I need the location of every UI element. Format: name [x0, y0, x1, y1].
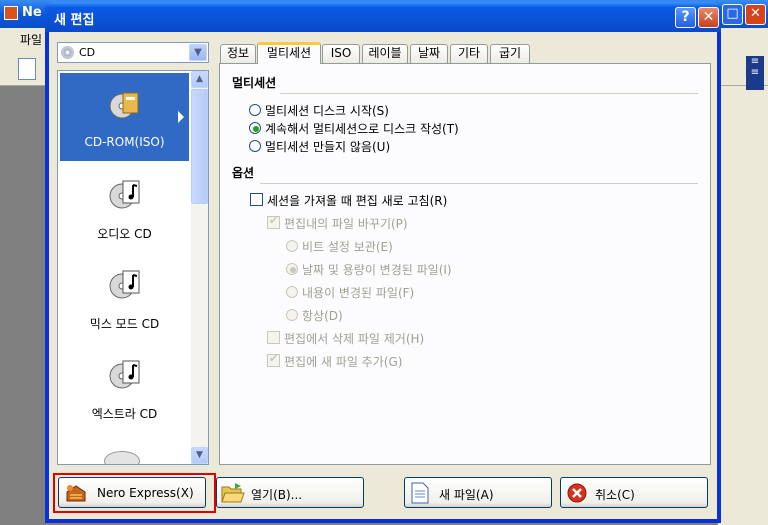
- checkbox-refresh-on-import[interactable]: [250, 193, 263, 206]
- chevron-down-icon[interactable]: ▼: [189, 44, 207, 61]
- option-label: 멀티세션 디스크 시작(S): [265, 104, 389, 118]
- list-scrollbar[interactable]: ▲ ▼: [191, 71, 208, 464]
- list-item-audio-cd[interactable]: 오디오 CD: [60, 163, 189, 251]
- multisession-panel: 멀티세션 멀티세션 디스크 시작(S) 계속해서 멀티세션으로 디스크 작성(T…: [219, 63, 711, 465]
- new-file-icon: [411, 482, 429, 504]
- radio-always: [286, 309, 298, 321]
- button-label: Nero Express(X): [97, 486, 194, 500]
- partial-disc-icon: [104, 451, 140, 464]
- list-item-label: 믹스 모드 CD: [89, 317, 160, 331]
- list-item-label: 오디오 CD: [97, 227, 152, 241]
- button-label: 열기(B)...: [251, 488, 303, 502]
- cdrom-iso-icon: [109, 92, 139, 119]
- option-label: 계속해서 멀티세션으로 디스크 작성(T): [265, 122, 459, 136]
- checkbox-remove-deleted: [267, 331, 280, 344]
- tab-burn[interactable]: 굽기: [490, 44, 530, 63]
- cd-icon: [61, 46, 74, 59]
- background-right-panel: ≡ ≡: [718, 56, 768, 525]
- list-item-label: CD-ROM(ISO): [84, 135, 165, 149]
- section-divider: [260, 183, 698, 184]
- list-item-extra-cd[interactable]: 엑스트라 CD: [60, 343, 189, 431]
- audio-cd-icon: [109, 180, 140, 209]
- nero-express-icon: [66, 485, 86, 502]
- extra-cd-icon: [109, 360, 140, 389]
- checkbox-replace-files: ✔: [267, 214, 280, 229]
- radio-no-multisession[interactable]: [249, 140, 261, 152]
- new-file-button[interactable]: 새 파일(A): [404, 477, 552, 508]
- scroll-up-button[interactable]: ▲: [191, 71, 208, 88]
- radio-date-size-changed: [286, 263, 298, 275]
- menu-file[interactable]: 파일: [20, 31, 42, 48]
- disc-type-select[interactable]: CD ▼: [57, 42, 209, 63]
- option-label: 편집내의 파일 바꾸기(P): [284, 217, 408, 231]
- background-close-button[interactable]: ✕: [745, 4, 766, 25]
- option-label: 날짜 및 용량이 변경된 파일(I): [302, 263, 452, 277]
- new-document-icon[interactable]: [18, 58, 36, 80]
- button-label: 새 파일(A): [439, 488, 494, 502]
- dialog-title: 새 편집: [54, 13, 95, 28]
- new-compilation-dialog: 새 편집 ? ✕ CD ▼ CD-ROM(ISO) 오디오 CD 믹스 모드 C…: [45, 2, 721, 523]
- background-app-title: Ne: [22, 5, 42, 20]
- option-label: 세션을 가져올 때 편집 새로 고침(R): [267, 194, 448, 208]
- tab-dates[interactable]: 날짜: [410, 44, 448, 63]
- list-item-cdrom-iso[interactable]: CD-ROM(ISO): [60, 73, 189, 161]
- option-label: 비트 설정 보관(E): [302, 240, 393, 254]
- section-divider: [280, 93, 698, 94]
- maximize-button[interactable]: □: [722, 4, 743, 25]
- tab-label[interactable]: 레이블: [362, 44, 408, 63]
- open-button[interactable]: 열기(B)...: [216, 477, 364, 508]
- list-item-mixed-mode-cd[interactable]: 믹스 모드 CD: [60, 253, 189, 341]
- option-label: 편집에서 삭제 파일 제거(H): [284, 332, 425, 346]
- option-label: 편집에 새 파일 추가(G): [284, 355, 403, 369]
- disc-type-value: CD: [79, 46, 96, 59]
- panel-toggle-icon[interactable]: ≡ ≡: [746, 56, 764, 90]
- button-label: 취소(C): [595, 488, 635, 502]
- nero-express-button[interactable]: Nero Express(X): [58, 477, 206, 508]
- tab-iso[interactable]: ISO: [322, 44, 360, 63]
- cancel-button[interactable]: 취소(C): [560, 477, 708, 508]
- chevron-right-icon: [178, 111, 184, 123]
- option-label: 내용이 변경된 파일(F): [302, 286, 415, 300]
- folder-open-icon: [221, 483, 245, 503]
- option-label: 멀티세션 만들지 않음(U): [265, 140, 391, 154]
- option-label: 항상(D): [302, 309, 343, 323]
- radio-keep-bits: [286, 240, 298, 252]
- radio-continue-multisession[interactable]: [249, 122, 261, 134]
- cancel-icon: [567, 483, 587, 503]
- tab-multisession[interactable]: 멀티세션: [257, 42, 321, 64]
- project-type-list: CD-ROM(ISO) 오디오 CD 믹스 모드 CD 엑스트라 CD ▲ ▼: [57, 70, 209, 465]
- nero-app-icon: [4, 6, 18, 20]
- dialog-body: CD ▼ CD-ROM(ISO) 오디오 CD 믹스 모드 CD 엑스트라 CD…: [49, 32, 717, 519]
- checkbox-add-new-files: ✔: [267, 352, 280, 367]
- radio-content-changed: [286, 286, 298, 298]
- tab-misc[interactable]: 기타: [450, 44, 488, 63]
- scroll-thumb[interactable]: [191, 89, 208, 204]
- scroll-down-button[interactable]: ▼: [191, 447, 208, 464]
- list-item-label: 엑스트라 CD: [91, 407, 158, 421]
- dialog-titlebar: 새 편집 ? ✕: [45, 2, 721, 32]
- mixed-mode-cd-icon: [109, 270, 140, 299]
- options-section-title: 옵션: [232, 166, 255, 180]
- help-button[interactable]: ?: [675, 7, 696, 28]
- multisession-section-title: 멀티세션: [232, 76, 277, 90]
- radio-start-multisession[interactable]: [249, 104, 261, 116]
- tab-info[interactable]: 정보: [220, 44, 256, 63]
- dialog-close-button[interactable]: ✕: [698, 7, 719, 28]
